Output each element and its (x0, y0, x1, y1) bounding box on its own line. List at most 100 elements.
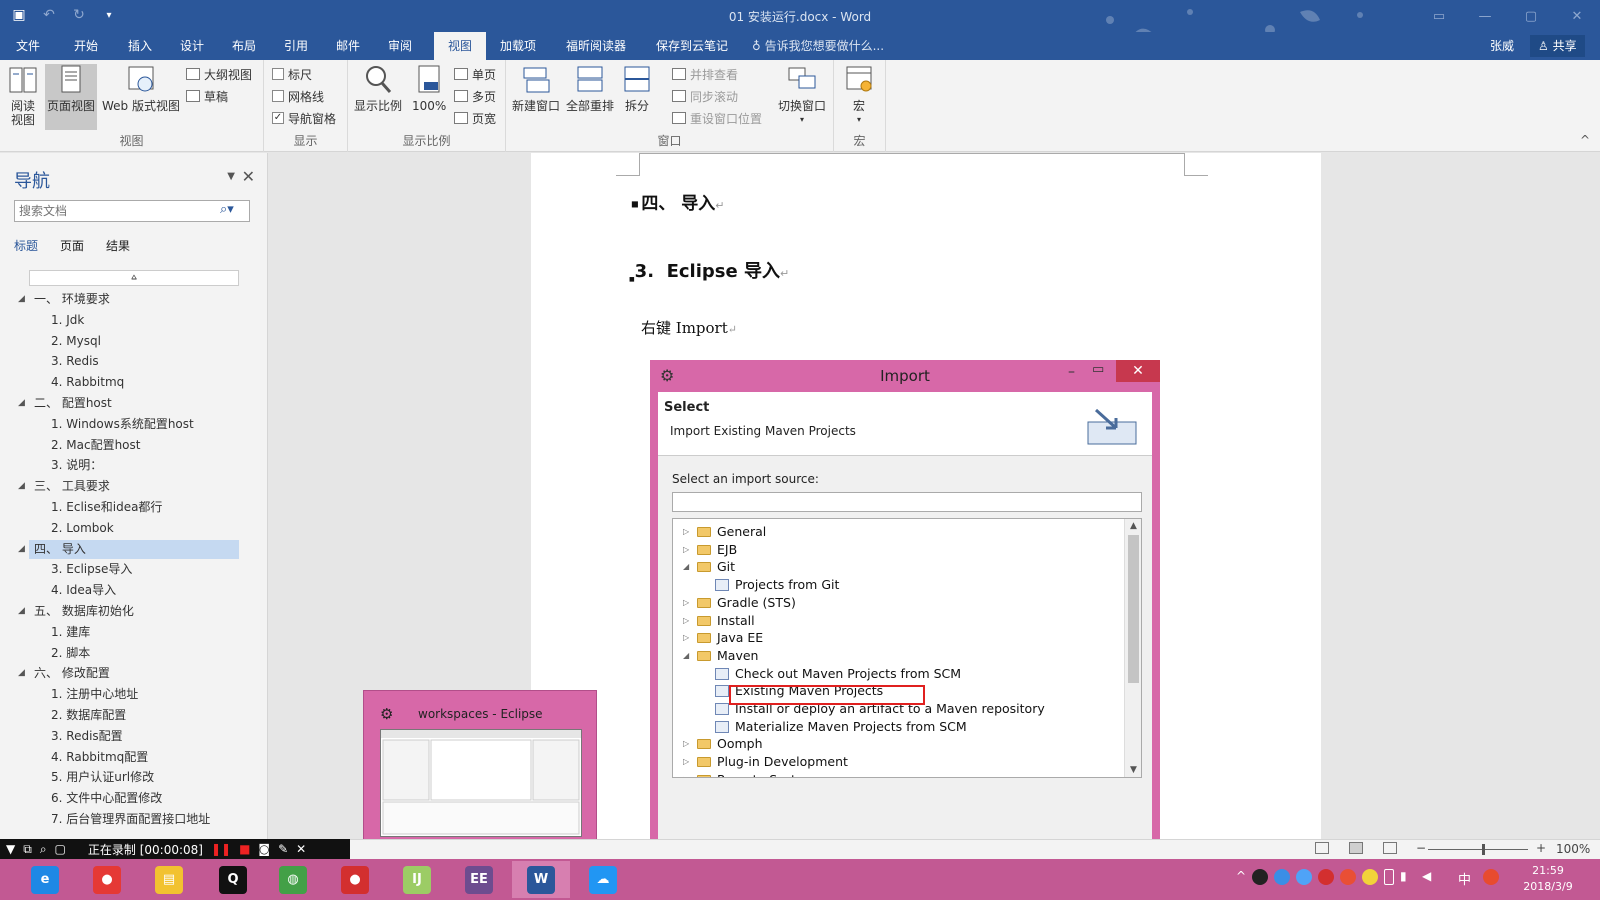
security-tray-icon[interactable] (1362, 869, 1378, 885)
nav-subheading-item[interactable]: 4. Rabbitmq (0, 372, 267, 393)
nav-subheading-item[interactable]: 1. Eclise和idea都行 (0, 497, 267, 518)
nav-search-input[interactable] (14, 200, 250, 222)
sync-scroll-button[interactable]: 同步滚动 (672, 86, 738, 106)
user-name[interactable]: 张威 (1490, 32, 1514, 60)
nav-subheading-item[interactable]: 2. Mac配置host (0, 435, 267, 456)
taskbar-qq-button[interactable]: Q (204, 861, 262, 898)
pen-icon[interactable]: ✎ (278, 842, 288, 856)
cloud-tray-icon[interactable] (1296, 869, 1312, 885)
nav-subheading-item[interactable]: 2. Lombok (0, 518, 267, 539)
nav-subheading-item[interactable]: 1. Windows系统配置host (0, 414, 267, 435)
battery-icon[interactable] (1384, 869, 1394, 885)
web-layout-button[interactable]: Web 版式视图 (102, 64, 180, 113)
nav-options-icon[interactable]: ▼ (227, 171, 235, 182)
nav-subheading-item[interactable]: 2. 数据库配置 (0, 705, 267, 726)
collapse-triangle-icon[interactable]: ◢ (18, 393, 25, 414)
reset-position-button[interactable]: 重设窗口位置 (672, 108, 762, 128)
nav-subheading-item[interactable]: 1. Jdk (0, 310, 267, 331)
taskbar-chrome-button[interactable]: ● (78, 861, 136, 898)
doc-paragraph[interactable]: 右键 Import↵ (641, 317, 737, 338)
minimize-icon[interactable]: — (1462, 0, 1508, 32)
nav-close-icon[interactable]: ✕ (242, 167, 255, 186)
wifi-icon[interactable]: ▮ (1400, 869, 1416, 885)
taskbar-ie-button[interactable]: e (16, 861, 74, 898)
nav-subheading-item[interactable]: 1. 注册中心地址 (0, 684, 267, 705)
nav-heading-item[interactable]: ◢ 一、 环境要求 (0, 289, 267, 310)
side-by-side-button[interactable]: 并排查看 (672, 64, 738, 84)
nav-heading-item[interactable]: ◢ 三、 工具要求 (0, 476, 267, 497)
tab-file[interactable]: 文件 (6, 32, 50, 60)
taskbar-baidu-button[interactable]: ☁ (574, 861, 632, 898)
collapse-triangle-icon[interactable]: ◢ (18, 476, 25, 497)
collapse-triangle-icon[interactable]: ◢ (18, 663, 25, 684)
nav-subheading-item[interactable]: 6. 文件中心配置修改 (0, 788, 267, 809)
tab-foxit-reader[interactable]: 福昕阅读器 (556, 32, 636, 60)
switch-window-button[interactable]: 切换窗口 ▾ (778, 64, 826, 127)
stop-icon[interactable]: ■ (239, 842, 250, 856)
tab-design[interactable]: 设计 (170, 32, 214, 60)
read-mode-icon[interactable] (1315, 842, 1329, 854)
reading-view-button[interactable]: 阅读 视图 (8, 64, 38, 127)
collapse-triangle-icon[interactable]: ◢ (18, 289, 25, 310)
collapse-ribbon-icon[interactable]: ^ (1580, 133, 1590, 147)
nav-heading-item[interactable]: ◢ 五、 数据库初始化 (0, 601, 267, 622)
nav-heading-item[interactable]: ◢ 二、 配置host (0, 393, 267, 414)
doc-heading-2[interactable]: ■ 四、 导入↵ (631, 189, 724, 214)
nav-subheading-item[interactable]: 3. Redis配置 (0, 726, 267, 747)
import-dialog-image[interactable]: ⚙ Import – ▭ ✕ Select Import Existing Ma… (650, 360, 1160, 839)
ribbon-display-icon[interactable]: ▭ (1416, 0, 1462, 32)
tab-home[interactable]: 开始 (64, 32, 108, 60)
split-button[interactable]: 拆分 (622, 64, 652, 113)
macros-button[interactable]: 宏 ▾ (844, 64, 874, 127)
tab-addins[interactable]: 加载项 (490, 32, 546, 60)
multi-page-button[interactable]: 多页 (454, 86, 496, 106)
tab-references[interactable]: 引用 (274, 32, 318, 60)
gridlines-checkbox[interactable]: 网格线 (272, 86, 324, 106)
arrange-all-button[interactable]: 全部重排 (566, 64, 614, 113)
zoom-percentage[interactable]: 100% (1556, 842, 1590, 856)
collapse-triangle-icon[interactable]: ◢ (18, 601, 25, 622)
maximize-icon[interactable]: ▢ (1508, 0, 1554, 32)
nav-subheading-item[interactable]: 5. 用户认证url修改 (0, 767, 267, 788)
print-layout-icon[interactable] (1349, 842, 1363, 854)
qq-tray-icon[interactable] (1252, 869, 1268, 885)
taskbar-word-button[interactable]: W (512, 861, 570, 898)
tab-review[interactable]: 审阅 (378, 32, 422, 60)
network-tray-icon[interactable] (1274, 869, 1290, 885)
taskbar-thumbnail-eclipse[interactable]: ⚙ workspaces - Eclipse (363, 690, 597, 852)
record-tray-icon[interactable] (1318, 869, 1334, 885)
doc-heading-3[interactable]: ■3. Eclipse 导入↵ (629, 257, 789, 283)
collapse-triangle-icon[interactable]: ◢ (18, 539, 25, 560)
print-layout-button[interactable]: 页面视图 (45, 64, 98, 130)
camera-icon[interactable]: ◙ (258, 842, 270, 856)
tell-me-box[interactable]: ♁ 告诉我您想要做什么... (752, 32, 884, 60)
nav-subheading-item[interactable]: 3. Eclipse导入 (0, 559, 267, 580)
tab-mailings[interactable]: 邮件 (326, 32, 370, 60)
taskbar-eclipse-button[interactable]: EE (450, 861, 508, 898)
nav-tab-pages[interactable]: 页面 (60, 237, 84, 254)
zoom-slider[interactable] (1428, 849, 1528, 850)
region-icon[interactable]: ▢ (55, 842, 66, 856)
nav-subheading-item[interactable]: 4. Rabbitmq配置 (0, 747, 267, 768)
tab-view[interactable]: 视图 (434, 32, 486, 60)
page-width-button[interactable]: 页宽 (454, 108, 496, 128)
nav-subheading-item[interactable]: 4. Idea导入 (0, 580, 267, 601)
zoom-100-button[interactable]: 100% (412, 64, 446, 113)
tab-cloud-note[interactable]: 保存到云笔记 (646, 32, 738, 60)
zoom-button[interactable]: 显示比例 (354, 64, 402, 113)
zoom-out-button[interactable]: − (1416, 841, 1426, 855)
tab-insert[interactable]: 插入 (118, 32, 162, 60)
close-icon[interactable]: ✕ (296, 842, 306, 856)
tray-expand-icon[interactable]: ^ (1236, 869, 1246, 885)
draft-view-button[interactable]: 草稿 (186, 86, 228, 106)
window-icon[interactable]: ⧉ (23, 842, 32, 857)
navpane-checkbox[interactable]: ✓ 导航窗格 (272, 108, 336, 128)
sogou-icon[interactable] (1483, 869, 1499, 885)
outline-view-button[interactable]: 大纲视图 (186, 64, 252, 84)
taskbar-recorder-button[interactable]: ● (326, 861, 384, 898)
taskbar-explorer-button[interactable]: ▤ (140, 861, 198, 898)
share-button[interactable]: ♙ 共享 (1530, 35, 1585, 57)
tab-layout[interactable]: 布局 (222, 32, 266, 60)
system-clock[interactable]: 21:59 2018/3/9 (1508, 863, 1588, 895)
nav-heading-item[interactable]: ◢ 四、 导入 (0, 539, 267, 560)
